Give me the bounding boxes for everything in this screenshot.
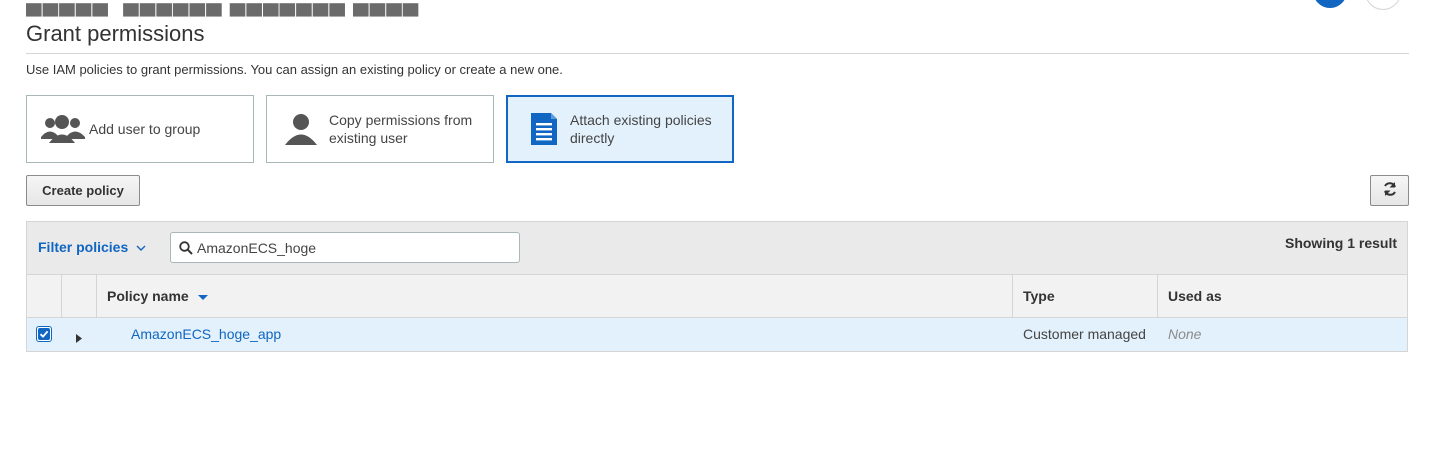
create-policy-button[interactable]: Create policy [26, 175, 140, 206]
refresh-button[interactable] [1370, 175, 1409, 206]
table-row[interactable]: AmazonECS_hoge_app Customer managed None [27, 318, 1407, 351]
filter-label: Filter policies [38, 239, 129, 255]
option-label: Attach existing policies directly [570, 112, 712, 146]
sort-descending-icon [197, 288, 208, 304]
expand-row-icon[interactable] [76, 330, 82, 348]
document-icon [524, 111, 564, 147]
refresh-icon [1382, 181, 1398, 200]
column-header-type[interactable]: Type [1023, 288, 1055, 304]
policies-table: Filter policies Showing 1 result Policy … [26, 221, 1408, 352]
wizard-step-current[interactable] [1313, 0, 1347, 8]
result-count: Showing 1 result [1284, 235, 1397, 251]
option-add-user-to-group[interactable]: Add user to group [26, 95, 254, 163]
title-divider [26, 53, 1409, 54]
policy-type: Customer managed [1023, 326, 1146, 342]
wizard-step-next[interactable] [1365, 0, 1401, 10]
filter-policies-dropdown[interactable]: Filter policies [38, 239, 146, 255]
row-checkbox[interactable] [36, 326, 52, 342]
page-title: Grant permissions [26, 21, 205, 46]
policy-used-as: None [1168, 326, 1202, 342]
filter-bar: Filter policies Showing 1 result [27, 222, 1407, 275]
column-header-label: Policy name [107, 288, 189, 304]
page-description: Use IAM policies to grant permissions. Y… [26, 62, 563, 77]
column-header-used-as[interactable]: Used as [1168, 288, 1222, 304]
chevron-down-icon [136, 239, 146, 255]
option-label: Add user to group [89, 121, 201, 137]
option-copy-permissions[interactable]: Copy permissions from existing user [266, 95, 494, 163]
search-input[interactable] [197, 239, 507, 256]
column-divider [1012, 275, 1013, 317]
column-divider [96, 275, 97, 317]
user-icon [281, 112, 321, 146]
option-attach-policies[interactable]: Attach existing policies directly [506, 95, 734, 163]
search-icon [179, 240, 193, 255]
column-divider [1157, 275, 1158, 317]
column-divider [61, 275, 62, 317]
group-icon [39, 113, 87, 145]
table-header-row: Policy name Type Used as [27, 275, 1407, 318]
column-header-policy-name[interactable]: Policy name [107, 288, 208, 304]
option-label: Copy permissions from existing user [329, 112, 473, 146]
policy-name-link[interactable]: AmazonECS_hoge_app [131, 326, 281, 342]
wizard-step-title-partial: ▄▄▄▄▄ ▄▄▄▄▄▄ ▄▄▄▄▄▄▄ ▄▄▄▄ [26, 0, 420, 15]
checkmark-icon [38, 328, 50, 340]
search-box[interactable] [170, 232, 520, 263]
